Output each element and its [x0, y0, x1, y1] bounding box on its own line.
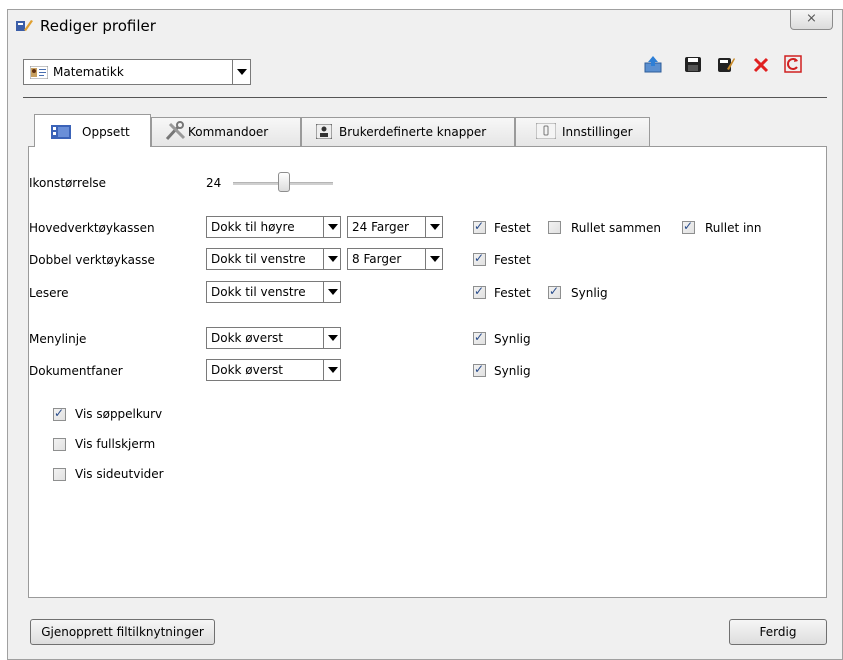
chevron-down-icon[interactable]: [323, 360, 340, 380]
checkbox-label: Vis fullskjerm: [75, 437, 156, 451]
menubar-label: Menylinje: [29, 332, 87, 346]
tab-label: Kommandoer: [188, 125, 269, 139]
icon-size-slider-thumb[interactable]: [278, 172, 290, 192]
chevron-down-icon[interactable]: [323, 217, 340, 237]
tools-icon: [165, 121, 186, 141]
select-value: Dokk til venstre: [211, 252, 306, 266]
main-toolbox-rolled-in-checkbox[interactable]: [682, 219, 695, 234]
tab-label: Innstillinger: [562, 125, 633, 139]
edit-profiles-dialog: Rediger profiler ⨯ Matematikk Oppsett Ko…: [7, 9, 843, 660]
layout-icon: [51, 125, 71, 139]
checkbox-label: Synlig: [571, 286, 608, 300]
export-icon[interactable]: [644, 55, 662, 73]
rename-icon[interactable]: [717, 55, 735, 73]
icon-size-label: Ikonstørrelse: [29, 176, 107, 190]
double-toolbox-position-select[interactable]: Dokk til venstre: [206, 248, 341, 270]
checkbox-label: Synlig: [494, 364, 531, 378]
doctabs-visible-checkbox[interactable]: [473, 362, 486, 377]
main-toolbox-position-select[interactable]: Dokk til høyre: [206, 216, 341, 238]
done-button[interactable]: Ferdig: [729, 619, 827, 645]
readers-fixed-checkbox[interactable]: [473, 284, 486, 299]
readers-label: Lesere: [29, 286, 69, 300]
doctabs-position-select[interactable]: Dokk øverst: [206, 359, 341, 381]
tab-label: Oppsett: [82, 125, 130, 139]
double-toolbox-colors-select[interactable]: 8 Farger: [347, 248, 443, 270]
show-fullscreen-checkbox[interactable]: [53, 438, 66, 451]
menubar-visible-checkbox[interactable]: [473, 330, 486, 345]
tab-oppsett[interactable]: Oppsett: [34, 114, 151, 147]
checkbox-label: Rullet inn: [705, 221, 762, 235]
select-value: Dokk øverst: [211, 363, 284, 377]
profile-icon: [30, 66, 48, 79]
checkbox-label: Festet: [494, 253, 531, 267]
show-trash-checkbox[interactable]: [53, 406, 66, 421]
main-toolbox-collapsed-checkbox[interactable]: [548, 221, 561, 234]
chevron-down-icon[interactable]: [323, 282, 340, 302]
tab-panel-oppsett: [28, 146, 827, 598]
separator: [23, 97, 827, 98]
refresh-icon[interactable]: [784, 55, 802, 73]
double-toolbox-label: Dobbel verktøykasse: [29, 253, 155, 267]
doctabs-label: Dokumentfaner: [29, 364, 123, 378]
profile-select-value: Matematikk: [53, 65, 124, 79]
tab-kommandoer[interactable]: Kommandoer: [151, 117, 301, 146]
readers-position-select[interactable]: Dokk til venstre: [206, 281, 341, 303]
checkbox-label: Vis sideutvider: [75, 467, 164, 481]
select-value: 8 Farger: [352, 252, 402, 266]
tab-label: Brukerdefinerte knapper: [339, 125, 487, 139]
close-button[interactable]: ⨯: [790, 10, 833, 30]
main-toolbox-colors-select[interactable]: 24 Farger: [347, 216, 443, 238]
profile-select[interactable]: Matematikk: [23, 59, 251, 85]
double-toolbox-fixed-checkbox[interactable]: [473, 251, 486, 266]
readers-visible-checkbox[interactable]: [548, 284, 561, 299]
checkbox-label: Festet: [494, 286, 531, 300]
user-button-icon: [316, 124, 332, 139]
select-value: Dokk til venstre: [211, 285, 306, 299]
icon-size-value: 24: [206, 176, 222, 190]
checkbox-label: Synlig: [494, 332, 531, 346]
main-toolbox-label: Hovedverktøykassen: [29, 221, 155, 235]
main-toolbox-fixed-checkbox[interactable]: [473, 219, 486, 234]
save-icon[interactable]: [684, 55, 702, 73]
checkbox-label: Vis søppelkurv: [75, 407, 163, 421]
chevron-down-icon[interactable]: [425, 249, 442, 269]
select-value: 24 Farger: [352, 220, 409, 234]
select-value: Dokk til høyre: [211, 220, 295, 234]
window-title: Rediger profiler: [40, 17, 156, 35]
chevron-down-icon[interactable]: [232, 60, 250, 84]
title-bar: Rediger profiler ⨯: [8, 10, 842, 41]
select-value: Dokk øverst: [211, 331, 284, 345]
checkbox-label: Festet: [494, 221, 531, 235]
tab-brukerdefinerte-knapper[interactable]: Brukerdefinerte knapper: [301, 117, 515, 146]
app-icon: [16, 20, 33, 31]
close-icon: ⨯: [806, 11, 817, 26]
chevron-down-icon[interactable]: [425, 217, 442, 237]
settings-icon: [536, 123, 556, 139]
show-page-expander-checkbox[interactable]: [53, 468, 66, 481]
chevron-down-icon[interactable]: [323, 249, 340, 269]
chevron-down-icon[interactable]: [323, 328, 340, 348]
menubar-position-select[interactable]: Dokk øverst: [206, 327, 341, 349]
checkbox-label: Rullet sammen: [571, 221, 661, 235]
restore-file-associations-button[interactable]: Gjenopprett filtilknytninger: [30, 619, 215, 645]
delete-icon[interactable]: [752, 56, 770, 74]
tab-innstillinger[interactable]: Innstillinger: [515, 117, 650, 146]
